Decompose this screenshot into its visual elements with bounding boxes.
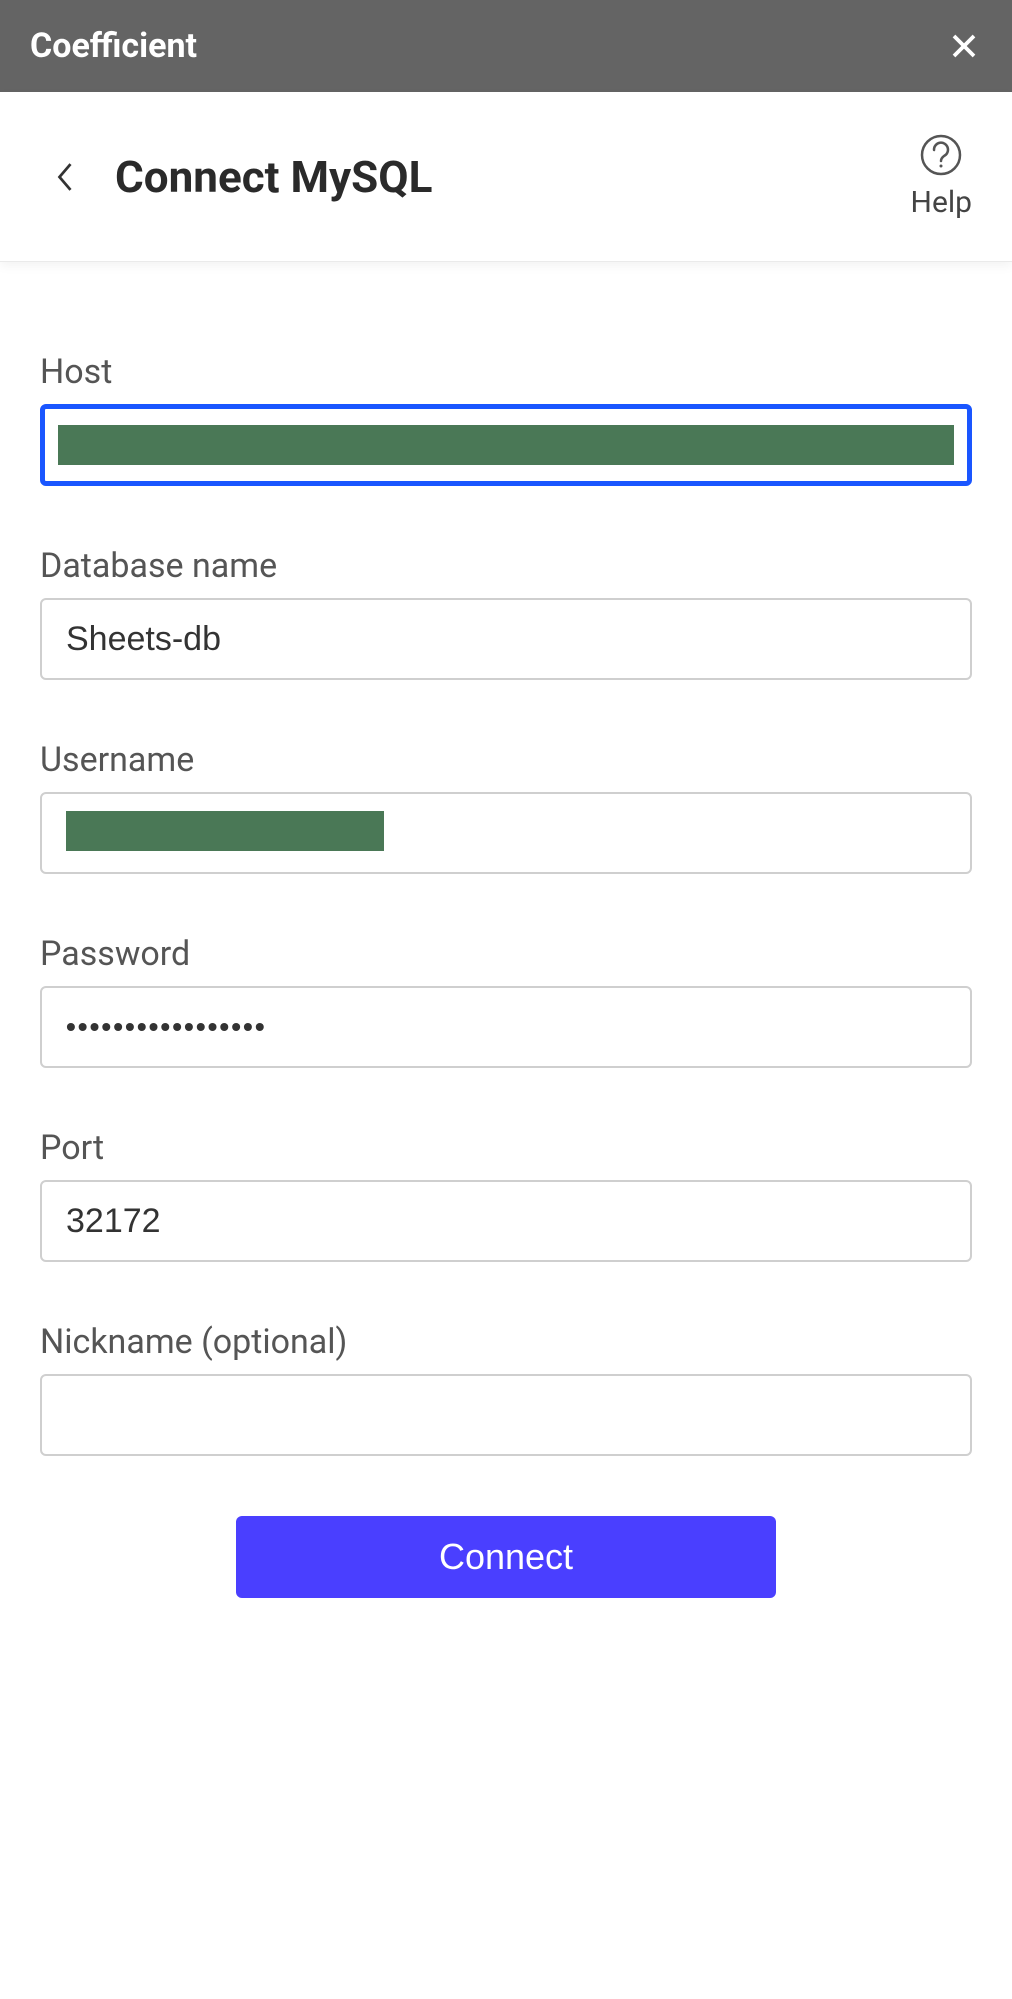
port-input[interactable] [40,1180,972,1262]
database-name-input[interactable] [40,598,972,680]
connect-button[interactable]: Connect [236,1516,776,1598]
username-group: Username [40,740,972,874]
redacted-content [66,811,384,851]
nickname-input[interactable] [40,1374,972,1456]
password-group: Password [40,934,972,1068]
titlebar: Coefficient [0,0,1012,92]
page-title: Connect MySQL [115,151,432,203]
nickname-group: Nickname (optional) [40,1322,972,1456]
back-icon[interactable] [50,157,80,197]
nickname-label: Nickname (optional) [40,1322,972,1362]
help-button[interactable]: Help [911,133,972,220]
help-icon [919,133,963,177]
app-name: Coefficient [30,26,197,66]
redacted-content [58,425,954,465]
port-group: Port [40,1128,972,1262]
password-label: Password [40,934,972,974]
page-header: Connect MySQL Help [0,92,1012,262]
host-label: Host [40,352,972,392]
username-label: Username [40,740,972,780]
password-input[interactable] [40,986,972,1068]
port-label: Port [40,1128,972,1168]
close-icon[interactable] [946,28,982,64]
database-name-group: Database name [40,546,972,680]
header-left: Connect MySQL [50,151,432,203]
database-name-label: Database name [40,546,972,586]
help-label: Help [911,185,972,220]
host-group: Host [40,352,972,486]
connection-form: Host Database name Username Password Por… [0,262,1012,1598]
